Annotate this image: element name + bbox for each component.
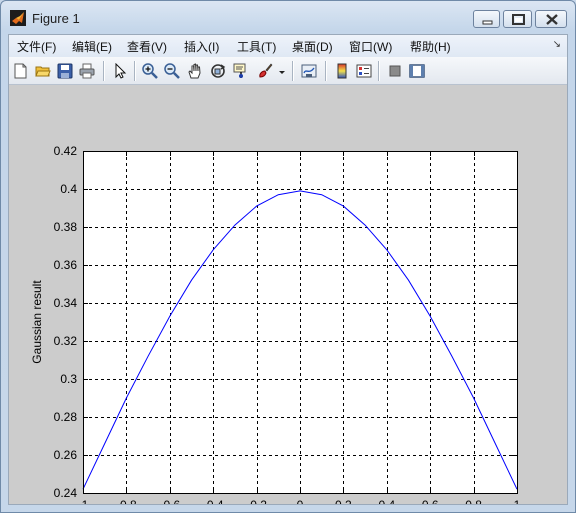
figure-window: Figure 1 文件(F) 编辑(E) 查看(V) 插入(I) 工具(T) 桌… [0, 0, 576, 513]
y-tick-label: 0.3 [60, 372, 77, 386]
zoom-in-icon [142, 63, 158, 79]
x-tick-label: -0.4 [203, 498, 224, 504]
window-title: Figure 1 [32, 11, 80, 26]
minimize-button[interactable] [473, 10, 500, 28]
hide-plot-tools-icon [389, 65, 401, 77]
edit-plot-arrow-icon [115, 63, 127, 79]
menu-edit[interactable]: 编辑(E) [72, 38, 112, 55]
menu-window[interactable]: 窗口(W) [349, 38, 392, 55]
link-plot-icon [301, 64, 317, 78]
pan-hand-icon [188, 63, 201, 79]
show-plot-tools-button[interactable] [407, 61, 427, 80]
y-tick-label: 0.32 [54, 334, 78, 348]
data-cursor-button[interactable] [231, 61, 251, 80]
toolbar-separator [325, 61, 326, 81]
menu-insert[interactable]: 插入(I) [184, 38, 219, 55]
toolbar-separator [378, 61, 379, 81]
x-tick-label: 1 [514, 498, 521, 504]
x-tick-label: -1 [78, 498, 89, 504]
save-button[interactable] [55, 61, 75, 80]
rotate-3d-icon [211, 64, 226, 78]
figure-canvas: -1 -0.8 -0.6 -0.4 -0.2 0 0.2 0.4 0.6 0.8 1 0.24 0.2… [9, 85, 567, 504]
menu-view[interactable]: 查看(V) [127, 38, 167, 55]
x-tick-label: 0.4 [378, 498, 395, 504]
y-tick-label: 0.36 [54, 258, 78, 272]
minimize-icon [482, 20, 493, 25]
y-tick-label: 0.34 [54, 296, 78, 310]
insert-legend-icon [356, 64, 372, 78]
x-tick-label: 0.2 [335, 498, 352, 504]
x-tick-label: -0.8 [116, 498, 137, 504]
y-axis-label: Gaussian result [30, 280, 44, 364]
x-tick-label: -0.2 [246, 498, 267, 504]
show-plot-tools-icon [409, 64, 425, 78]
menu-desktop[interactable]: 桌面(D) [292, 38, 333, 55]
brush-button[interactable] [255, 61, 275, 80]
link-plot-button[interactable] [299, 61, 319, 80]
new-figure-icon [14, 63, 27, 79]
toolbar-separator [103, 61, 104, 81]
print-button[interactable] [77, 61, 97, 80]
menu-tools[interactable]: 工具(T) [237, 38, 276, 55]
x-tick-label: 0 [297, 498, 304, 504]
menu-help[interactable]: 帮助(H) [410, 38, 451, 55]
figure-client-area: 文件(F) 编辑(E) 查看(V) 插入(I) 工具(T) 桌面(D) 窗口(W… [8, 34, 568, 505]
new-figure-button[interactable] [11, 61, 31, 80]
x-tick-label: -0.6 [159, 498, 180, 504]
zoom-out-icon [164, 63, 180, 79]
title-bar[interactable]: Figure 1 [1, 1, 575, 35]
y-tick-label: 0.24 [54, 486, 78, 500]
rotate-3d-button[interactable] [208, 61, 228, 80]
hide-plot-tools-button[interactable] [385, 61, 405, 80]
y-tick-label: 0.26 [54, 448, 78, 462]
close-button[interactable] [535, 10, 567, 28]
dock-figure-icon[interactable]: ↘ [553, 39, 561, 50]
zoom-out-button[interactable] [162, 61, 182, 80]
zoom-in-button[interactable] [140, 61, 160, 80]
brush-icon [259, 63, 273, 78]
x-tick-label: 0.6 [422, 498, 439, 504]
toolbar-separator [134, 61, 135, 81]
brush-dropdown[interactable] [276, 61, 286, 80]
x-tick-label: 0.8 [465, 498, 482, 504]
edit-plot-button[interactable] [110, 61, 130, 80]
open-file-button[interactable] [33, 61, 53, 80]
print-icon [79, 63, 95, 79]
maximize-button[interactable] [503, 10, 532, 28]
chevron-down-icon [279, 71, 285, 74]
insert-colorbar-button[interactable] [332, 61, 352, 80]
toolbar-separator [292, 61, 293, 81]
figure-toolbar [9, 57, 567, 85]
pan-button[interactable] [185, 61, 205, 80]
close-icon [546, 14, 558, 25]
insert-colorbar-icon [337, 63, 347, 79]
maximize-icon [512, 14, 525, 25]
menu-file[interactable]: 文件(F) [17, 38, 56, 55]
matlab-logo-icon [10, 10, 26, 26]
y-tick-label: 0.38 [54, 220, 78, 234]
y-tick-label: 0.28 [54, 410, 78, 424]
open-file-icon [35, 66, 51, 77]
plot-svg: -1 -0.8 -0.6 -0.4 -0.2 0 0.2 0.4 0.6 0.8 1 0.24 0.2… [30, 144, 521, 504]
insert-legend-button[interactable] [354, 61, 374, 80]
data-cursor-icon [233, 63, 246, 78]
save-icon [57, 63, 73, 79]
y-tick-label: 0.4 [60, 182, 77, 196]
y-tick-label: 0.42 [54, 144, 78, 158]
menu-bar: 文件(F) 编辑(E) 查看(V) 插入(I) 工具(T) 桌面(D) 窗口(W… [9, 35, 567, 57]
